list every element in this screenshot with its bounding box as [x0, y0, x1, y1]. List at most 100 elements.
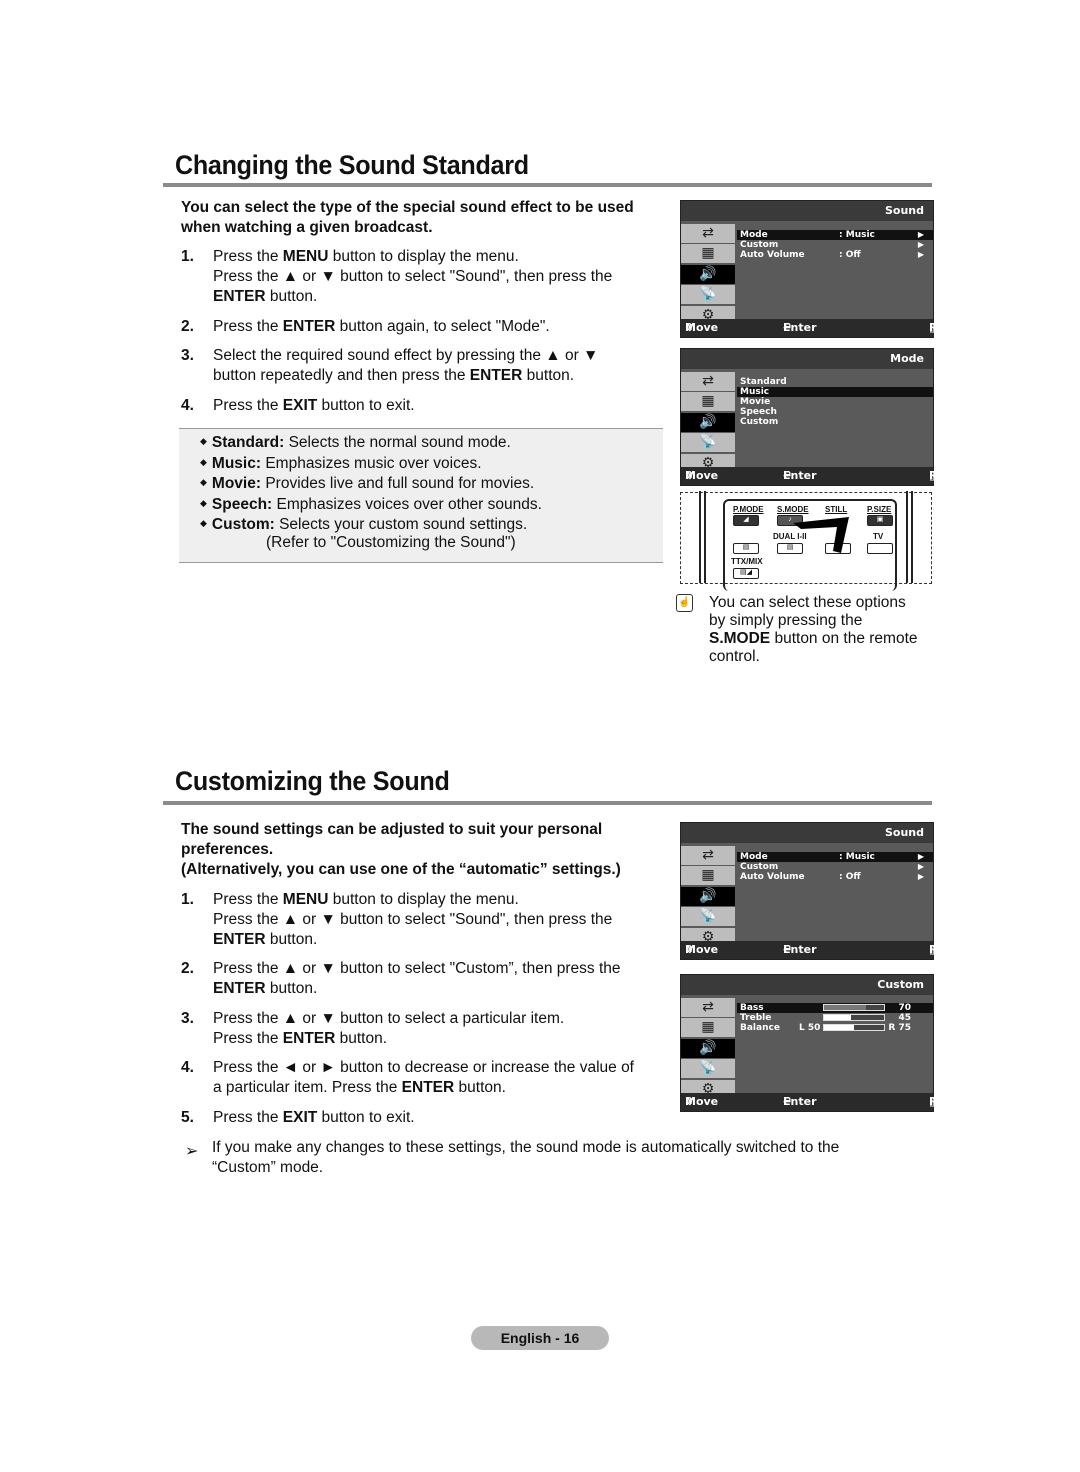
intro-line: preferences.: [181, 841, 274, 858]
step-text: button.: [265, 980, 318, 997]
osd-sound-menu: Sound ⇄ ▦ 🔊 📡 ⚙ ⇕ Move ↵ Enter ▥ Return Mode: Mus…: [680, 200, 971, 338]
note-term: Standard:: [211, 434, 285, 451]
input-icon[interactable]: ⇄: [681, 224, 735, 243]
osd-mode-option[interactable]: Movie: [737, 397, 933, 407]
step-keyword: EXIT: [282, 397, 318, 414]
remote-pmode-label: P.MODE: [733, 505, 764, 514]
sound-icon[interactable]: 🔊: [681, 264, 735, 284]
move-label: Move: [685, 469, 719, 482]
picture-icon[interactable]: ▦: [681, 392, 735, 412]
sound-icon[interactable]: 🔊: [681, 1038, 735, 1058]
sound-icon[interactable]: 🔊: [681, 412, 735, 432]
step-keyword: MENU: [282, 248, 329, 265]
osd-custom-item[interactable]: Bass 70: [737, 1003, 933, 1013]
step-line: Press the ▲ or ▼ button to select a part…: [213, 1009, 564, 1029]
step-line: Press the EXIT button to exit.: [213, 1108, 415, 1128]
remote-psize-button[interactable]: ▣: [867, 515, 893, 526]
return-label: Return: [929, 321, 972, 334]
return-label: Return: [929, 943, 972, 956]
note-arrow-icon: ➢: [185, 1143, 199, 1160]
picture-icon[interactable]: ▦: [681, 244, 735, 264]
input-icon[interactable]: ⇄: [681, 998, 735, 1017]
return-label: Return: [929, 469, 972, 482]
remote-ttx-button[interactable]: ▤◢: [733, 568, 759, 579]
osd-menu-item[interactable]: Mode: Music ▶: [737, 230, 933, 240]
osd-mode-option[interactable]: Custom: [737, 417, 933, 427]
tip-text: You can select these options by simply p…: [709, 594, 918, 666]
osd-item-value: : Music: [839, 852, 875, 862]
level-slider-fill: [824, 1005, 866, 1010]
enter-label: Enter: [783, 1095, 817, 1108]
bullet-icon: ◆: [200, 477, 207, 487]
step-line: Press the MENU button to display the men…: [213, 890, 519, 910]
section2-title: Customizing the Sound: [175, 766, 450, 796]
note-term: Custom:: [211, 516, 275, 533]
osd-sidebar: ⇄ ▦ 🔊 📡 ⚙: [681, 224, 735, 326]
tip-icon: ☝: [676, 594, 693, 612]
step-number: 4.: [181, 1059, 194, 1076]
arrow-right-icon: ▶: [917, 240, 924, 249]
osd-menu-item[interactable]: Custom ▶: [737, 862, 933, 872]
step-text: button to display the menu.: [328, 248, 519, 265]
arrow-right-icon: ▶: [917, 872, 924, 881]
osd-item-label: Mode: [740, 852, 768, 862]
input-icon[interactable]: ⇄: [681, 846, 735, 865]
level-slider[interactable]: [823, 1014, 885, 1021]
osd-item-label: Custom: [740, 417, 779, 427]
step-number: 1.: [181, 891, 194, 908]
osd-title: Custom: [681, 975, 933, 995]
section1-title: Changing the Sound Standard: [175, 150, 529, 180]
osd-title: Mode: [681, 349, 933, 369]
enter-label: Enter: [783, 321, 817, 334]
osd-mode-option[interactable]: Standard: [737, 377, 933, 387]
osd-custom-item[interactable]: Treble 45: [737, 1013, 933, 1023]
osd-menu-item[interactable]: Mode: Music ▶: [737, 852, 933, 862]
channel-icon[interactable]: 📡: [681, 1059, 735, 1079]
osd-menu-item[interactable]: Custom ▶: [737, 240, 933, 250]
step-text: a particular item. Press the: [213, 1079, 402, 1096]
picture-icon[interactable]: ▦: [681, 1018, 735, 1038]
remote-tv-button[interactable]: [867, 543, 893, 554]
level-slider[interactable]: [823, 1024, 885, 1031]
step-number: 4.: [181, 397, 194, 414]
step-text: Press the: [213, 318, 283, 335]
osd-footer: ⇕ Move ↵ Enter ▥ Return: [681, 1093, 971, 1111]
step-text: Press the: [213, 248, 283, 265]
osd-item-value: 70: [898, 1003, 911, 1013]
move-label: Move: [685, 321, 719, 334]
step-number: 2.: [181, 960, 194, 977]
section1-title-rule: [163, 183, 932, 187]
osd-menu-item[interactable]: Auto Volume: Off ▶: [737, 872, 933, 882]
channel-icon[interactable]: 📡: [681, 285, 735, 305]
remote-pmode-button[interactable]: ◢: [733, 515, 759, 526]
osd-footer: ⇕ Move ↵ Enter ▥ Return: [681, 319, 971, 337]
step-keyword: ENTER: [213, 288, 266, 305]
remote-control-illustration: P.MODE S.MODE STILL P.SIZE ◢ ♪ ▣ DUAL I-…: [680, 491, 932, 591]
osd-custom-item[interactable]: Balance L 50 R 75: [737, 1023, 933, 1033]
intro-line: You can select the type of the special s…: [181, 199, 634, 216]
remote-psize-label: P.SIZE: [867, 505, 892, 514]
osd-mode-option[interactable]: Music: [737, 387, 933, 397]
channel-icon[interactable]: 📡: [681, 433, 735, 453]
step-line: button repeatedly and then press the ENT…: [213, 366, 574, 386]
osd-mode-option[interactable]: Speech: [737, 407, 933, 417]
page-number-badge: English - 16: [471, 1326, 609, 1350]
level-slider-fill: [824, 1025, 854, 1030]
step-text: button.: [265, 931, 318, 948]
osd-item-label: Speech: [740, 407, 777, 417]
osd-item-value: : Music: [839, 230, 875, 240]
picture-icon[interactable]: ▦: [681, 866, 735, 886]
level-slider[interactable]: [823, 1004, 885, 1011]
step-text: Press the: [213, 397, 283, 414]
osd-sidebar: ⇄ ▦ 🔊 📡 ⚙: [681, 998, 735, 1100]
input-icon[interactable]: ⇄: [681, 372, 735, 391]
sound-icon[interactable]: 🔊: [681, 886, 735, 906]
step-text: Press the ▲ or ▼ button to select a part…: [213, 1010, 565, 1027]
osd-menu-item[interactable]: Auto Volume: Off ▶: [737, 250, 933, 260]
osd-item-label: Auto Volume: [740, 250, 805, 260]
channel-icon[interactable]: 📡: [681, 907, 735, 927]
osd-item-label: Auto Volume: [740, 872, 805, 882]
remote-button[interactable]: ▤: [733, 543, 759, 554]
osd-item-label: Custom: [740, 862, 779, 872]
step-keyword: ENTER: [213, 980, 266, 997]
